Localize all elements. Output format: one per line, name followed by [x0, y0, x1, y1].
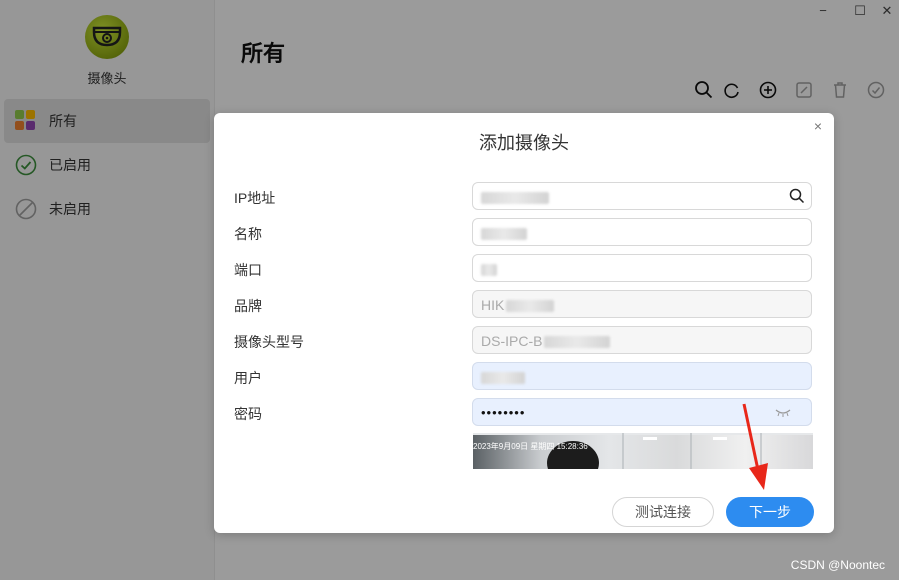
redacted-value: [481, 228, 527, 241]
port-row: 端口: [234, 254, 814, 284]
model-input[interactable]: DS-IPC-B: [472, 326, 812, 354]
password-row: 密码 ••••••••: [234, 398, 814, 428]
redacted-value: [481, 192, 549, 205]
test-connection-button[interactable]: 测试连接: [612, 497, 714, 527]
model-label: 摄像头型号: [234, 334, 304, 350]
password-value: ••••••••: [481, 405, 526, 420]
dialog-title: 添加摄像头: [479, 133, 569, 153]
model-value: DS-IPC-B: [481, 333, 543, 349]
model-row: 摄像头型号 DS-IPC-B: [234, 326, 814, 356]
user-row: 用户: [234, 362, 814, 392]
redacted-value: [544, 336, 611, 349]
name-input[interactable]: [472, 218, 812, 246]
watermark: CSDN @Noontec: [790, 558, 885, 572]
red-arrow-annotation: [742, 403, 768, 490]
redacted-value: [481, 264, 497, 277]
user-label: 用户: [234, 370, 262, 386]
brand-value: HIK: [481, 297, 505, 313]
name-label: 名称: [234, 226, 262, 242]
port-input[interactable]: [472, 254, 812, 282]
redacted-value: [481, 372, 525, 385]
ip-row: IP地址: [234, 182, 814, 212]
name-row: 名称: [234, 218, 814, 248]
port-label: 端口: [234, 262, 262, 278]
preview-timestamp: 2023年9月09日 星期四 15:28:36: [473, 442, 588, 451]
redacted-value: [506, 300, 555, 313]
user-input[interactable]: [472, 362, 812, 390]
brand-label: 品牌: [234, 298, 262, 314]
ip-label: IP地址: [234, 190, 276, 206]
password-label: 密码: [234, 406, 262, 422]
brand-row: 品牌 HIK: [234, 290, 814, 320]
search-icon[interactable]: [789, 188, 805, 207]
close-icon[interactable]: ×: [814, 118, 822, 134]
ip-address-input[interactable]: [472, 182, 812, 210]
next-step-button[interactable]: 下一步: [726, 497, 814, 527]
brand-input[interactable]: HIK: [472, 290, 812, 318]
